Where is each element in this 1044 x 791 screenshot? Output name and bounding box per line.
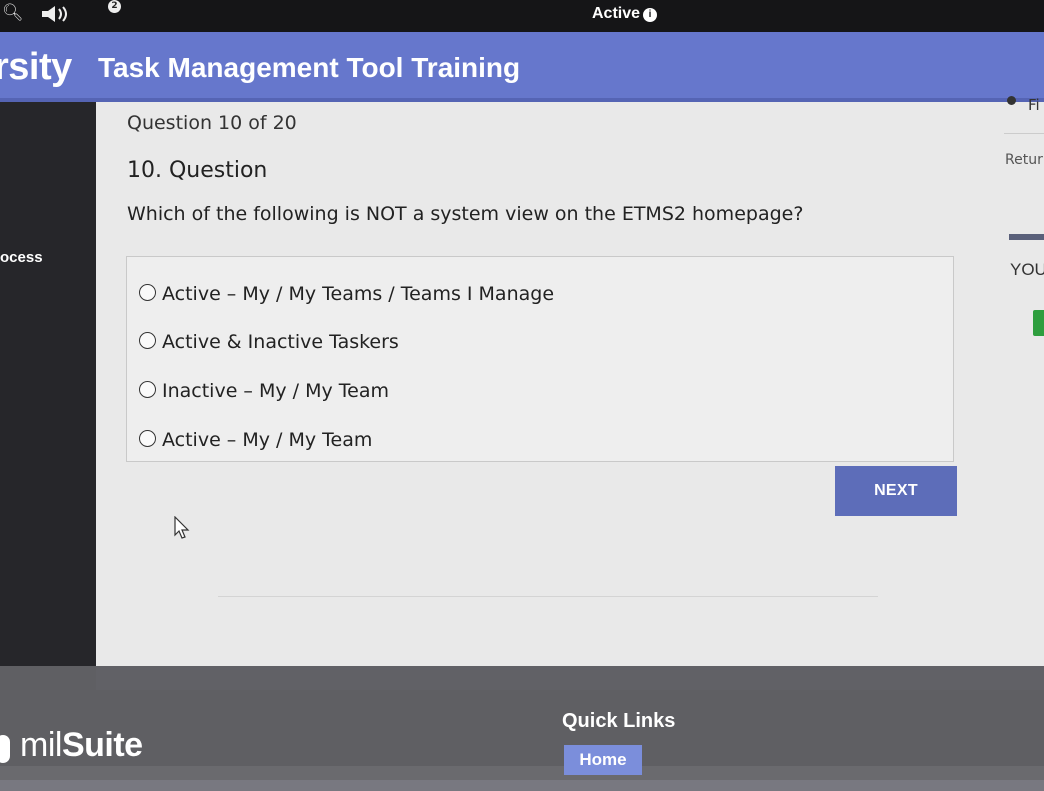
page-header: rsity Task Management Tool Training [0,32,1044,102]
answer-option-label: Active & Inactive Taskers [162,331,399,353]
answer-option[interactable]: Active – My / My Teams / Teams I Manage [139,283,554,305]
page-title: Task Management Tool Training [98,52,521,83]
quiz-panel: Question 10 of 20 10. Question Which of … [96,96,1044,677]
radio-button[interactable] [139,381,156,398]
answer-option[interactable]: Inactive – My / My Team [139,380,389,402]
right-panel-item[interactable]: Fi [1028,96,1040,114]
divider [1004,133,1044,134]
brand-name: rsity [0,46,72,88]
footer-strip [0,780,1044,791]
answer-options: Active – My / My Teams / Teams I Manage … [126,256,954,462]
notification-badge: 2 [108,0,121,13]
question-counter: Question 10 of 20 [127,112,297,134]
answer-option-label: Active – My / My Team [162,429,373,451]
top-bar: 🔍︎ 2 Active i [0,0,1044,32]
progress-bar [1009,234,1044,240]
answer-option[interactable]: Active & Inactive Taskers [139,331,399,353]
search-icon[interactable]: 🔍︎ [2,3,24,23]
mouse-pointer-icon [173,515,193,544]
question-text: Which of the following is NOT a system v… [127,203,804,225]
info-icon: i [643,8,658,22]
divider [218,596,878,597]
status-indicator[interactable]: Active i [592,5,658,23]
answer-option[interactable]: Active – My / My Team [139,429,372,451]
radio-button[interactable] [139,284,156,301]
answer-option-label: Inactive – My / My Team [162,380,389,402]
answer-option-label: Active – My / My Teams / Teams I Manage [162,283,555,305]
quick-links-heading: Quick Links [562,710,676,732]
return-link[interactable]: Retur [1005,152,1043,168]
radio-button[interactable] [139,430,156,447]
milsuite-logo[interactable]: milSuite [20,726,143,765]
green-status-indicator [1033,310,1044,336]
page-footer: milSuite Quick Links Home [0,666,1044,791]
left-sidebar: ocess [0,102,96,692]
radio-button[interactable] [139,332,156,349]
right-panel-label: YOU [1010,260,1044,279]
logo-part: mil [20,726,62,764]
footer-band [96,666,1044,690]
question-heading: 10. Question [127,158,268,183]
next-button[interactable]: NEXT [835,466,957,516]
speaker-icon[interactable] [40,4,74,28]
home-link-button[interactable]: Home [564,745,642,775]
bullet-icon [1007,96,1016,105]
sidebar-item-process[interactable]: ocess [0,249,43,266]
milsuite-logo-icon [0,735,10,763]
status-label: Active [592,5,641,22]
logo-part: Suite [61,726,143,764]
